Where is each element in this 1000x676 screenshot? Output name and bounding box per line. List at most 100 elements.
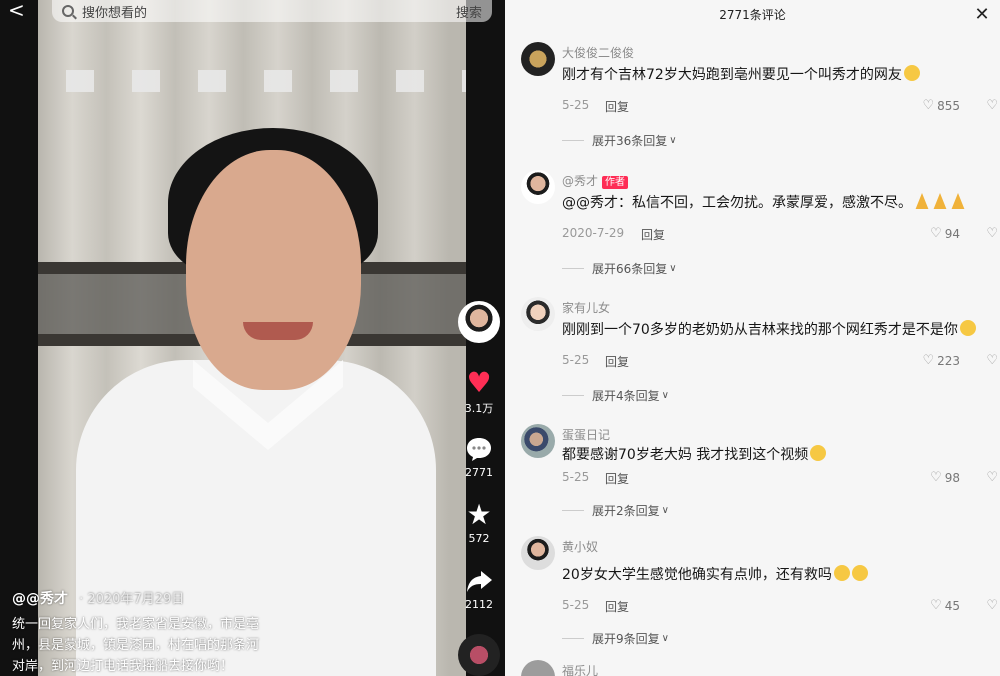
comment-author[interactable]: 福乐儿 — [562, 662, 598, 676]
comment-button[interactable]: 2771 — [458, 434, 500, 479]
comment-like-button[interactable]: ♡ 94 — [930, 226, 960, 241]
expand-replies-button[interactable]: 展开2条回复 ∨ — [562, 502, 669, 519]
caption-line: 对岸，到河边打电话我摇船去接你哟！ — [12, 659, 234, 674]
expand-replies-label: 展开9条回复 — [592, 632, 660, 646]
like-count: 3.1万 — [464, 402, 494, 415]
comment-like-count: 98 — [944, 470, 960, 485]
expand-replies-button[interactable]: 展开66条回复 ∨ — [562, 260, 677, 277]
dislike-icon[interactable]: ♡ — [986, 98, 998, 113]
comment-like-button[interactable]: ♡ 855 — [922, 98, 960, 113]
comment-text-content: @@秀才：私信不回，工会勿扰。承蒙厚爱，感激不尽。 — [562, 195, 912, 211]
comments-panel: 2771条评论 ✕ 大俊俊二俊俊 刚才有个吉林72岁大妈跑到亳州要见一个叫秀才的… — [505, 0, 1000, 676]
comment-count: 2771 — [465, 466, 493, 479]
author-avatar[interactable] — [458, 301, 500, 343]
pray-emoji-icon — [933, 193, 947, 209]
heart-outline-icon: ♡ — [922, 353, 935, 368]
search-input[interactable]: 搜你想看的 — [82, 2, 456, 21]
comment-text: @@秀才：私信不回，工会勿扰。承蒙厚爱，感激不尽。 — [562, 192, 966, 212]
avatar[interactable] — [521, 536, 555, 570]
share-button[interactable]: 2112 — [458, 566, 500, 611]
music-disc[interactable] — [458, 634, 500, 676]
expand-replies-button[interactable]: 展开4条回复 ∨ — [562, 387, 669, 404]
pray-emoji-icon — [951, 193, 965, 209]
comment-author[interactable]: 蛋蛋日记 — [562, 426, 610, 443]
comment-date: 5-25 — [562, 98, 590, 112]
caption-line: 州，县是蒙城，镇是漆园，村在唱的那条河 — [12, 638, 260, 653]
favorite-button[interactable]: ★ 572 — [458, 500, 500, 546]
comment-like-button[interactable]: ♡ 45 — [930, 598, 960, 613]
comment-like-count: 94 — [944, 226, 960, 241]
comment-author-name: @秀才 — [562, 174, 599, 188]
dislike-icon[interactable]: ♡ — [986, 226, 998, 241]
comment-text: 都要感谢70岁老大妈 我才找到这个视频 — [562, 444, 827, 464]
comment-date: 5-25 — [562, 598, 590, 612]
curtain-rod — [38, 70, 466, 92]
video-frame[interactable] — [38, 0, 466, 676]
favorite-count: 572 — [468, 532, 490, 545]
comment-like-count: 45 — [944, 598, 960, 613]
author-badge: 作者 — [602, 176, 629, 189]
search-icon — [62, 5, 74, 17]
divider — [562, 140, 584, 141]
search-bar[interactable]: 搜你想看的 搜索 — [52, 0, 492, 22]
expand-replies-button[interactable]: 展开36条回复 ∨ — [562, 132, 677, 149]
comment-author[interactable]: 黄小奴 — [562, 538, 598, 555]
back-button[interactable]: < — [8, 0, 32, 24]
heart-outline-icon: ♡ — [930, 470, 942, 485]
dislike-icon[interactable]: ♡ — [986, 598, 998, 613]
heart-outline-icon: ♡ — [922, 98, 935, 113]
comment-date: 5-25 — [562, 470, 590, 484]
expand-replies-button[interactable]: 展开9条回复 ∨ — [562, 630, 669, 647]
expand-replies-label: 展开66条回复 — [592, 262, 668, 276]
caption-author[interactable]: @@秀才 — [12, 591, 68, 607]
comment-author[interactable]: 家有儿女 — [562, 299, 610, 316]
avatar[interactable] — [521, 424, 555, 458]
chevron-down-icon: ∨ — [661, 633, 669, 644]
person-smile — [243, 322, 313, 340]
reply-button[interactable]: 回复 — [605, 470, 629, 487]
reply-button[interactable]: 回复 — [605, 98, 629, 115]
avatar[interactable] — [521, 170, 555, 204]
chevron-down-icon: ∨ — [661, 390, 669, 401]
like-button[interactable]: ♥ 3.1万 — [458, 368, 500, 416]
close-button[interactable]: ✕ — [970, 2, 994, 26]
divider — [562, 268, 584, 269]
comment-like-button[interactable]: ♡ 223 — [922, 353, 960, 368]
emoji-icon — [851, 565, 868, 581]
comment-icon — [467, 438, 491, 461]
avatar[interactable] — [521, 297, 555, 331]
reply-button[interactable]: 回复 — [605, 353, 629, 370]
pray-emoji-icon — [915, 193, 929, 209]
comment-text-content: 刚刚到一个70多岁的老奶奶从吉林来找的那个网红秀才是不是你 — [562, 322, 958, 338]
comment-like-count: 855 — [937, 98, 960, 113]
comments-title: 2771条评论 — [719, 8, 786, 22]
comment-like-button[interactable]: ♡ 98 — [930, 470, 960, 485]
comment-text-content: 刚才有个吉林72岁大妈跑到亳州要见一个叫秀才的网友 — [562, 67, 902, 83]
heart-icon: ♥ — [466, 366, 492, 399]
comment-author[interactable]: 大俊俊二俊俊 — [562, 44, 634, 61]
reply-button[interactable]: 回复 — [641, 226, 665, 243]
chevron-down-icon: ∨ — [669, 135, 677, 146]
caption-header: @@秀才 · 2020年7月29日 — [12, 588, 452, 608]
reply-button[interactable]: 回复 — [605, 598, 629, 615]
divider — [562, 638, 584, 639]
comment-author[interactable]: @秀才 作者 — [562, 172, 629, 189]
emoji-icon — [903, 65, 920, 81]
avatar[interactable] — [521, 42, 555, 76]
close-icon: ✕ — [974, 3, 990, 24]
caption-line: 统一回复家人们，我老家省是安徽，市是亳 — [12, 617, 260, 632]
avatar[interactable] — [521, 660, 555, 676]
chevron-down-icon: ∨ — [669, 263, 677, 274]
caption-date: · 2020年7月29日 — [79, 592, 185, 607]
comment-text: 20岁女大学生感觉他确实有点帅，还有救吗 — [562, 564, 868, 584]
video-panel[interactable]: < 搜你想看的 搜索 ♥ 3.1万 2771 ★ 572 2112 @@秀才 ·… — [0, 0, 505, 676]
heart-outline-icon: ♡ — [930, 598, 942, 613]
dislike-icon[interactable]: ♡ — [986, 353, 998, 368]
emoji-icon — [959, 320, 976, 336]
caption-text: 统一回复家人们，我老家省是安徽，市是亳 州，县是蒙城，镇是漆园，村在唱的那条河 … — [12, 614, 452, 676]
expand-replies-label: 展开2条回复 — [592, 504, 660, 518]
search-button[interactable]: 搜索 — [456, 2, 482, 21]
comment-text: 刚才有个吉林72岁大妈跑到亳州要见一个叫秀才的网友 — [562, 64, 920, 84]
comments-header: 2771条评论 ✕ — [505, 0, 1000, 30]
dislike-icon[interactable]: ♡ — [986, 470, 998, 485]
